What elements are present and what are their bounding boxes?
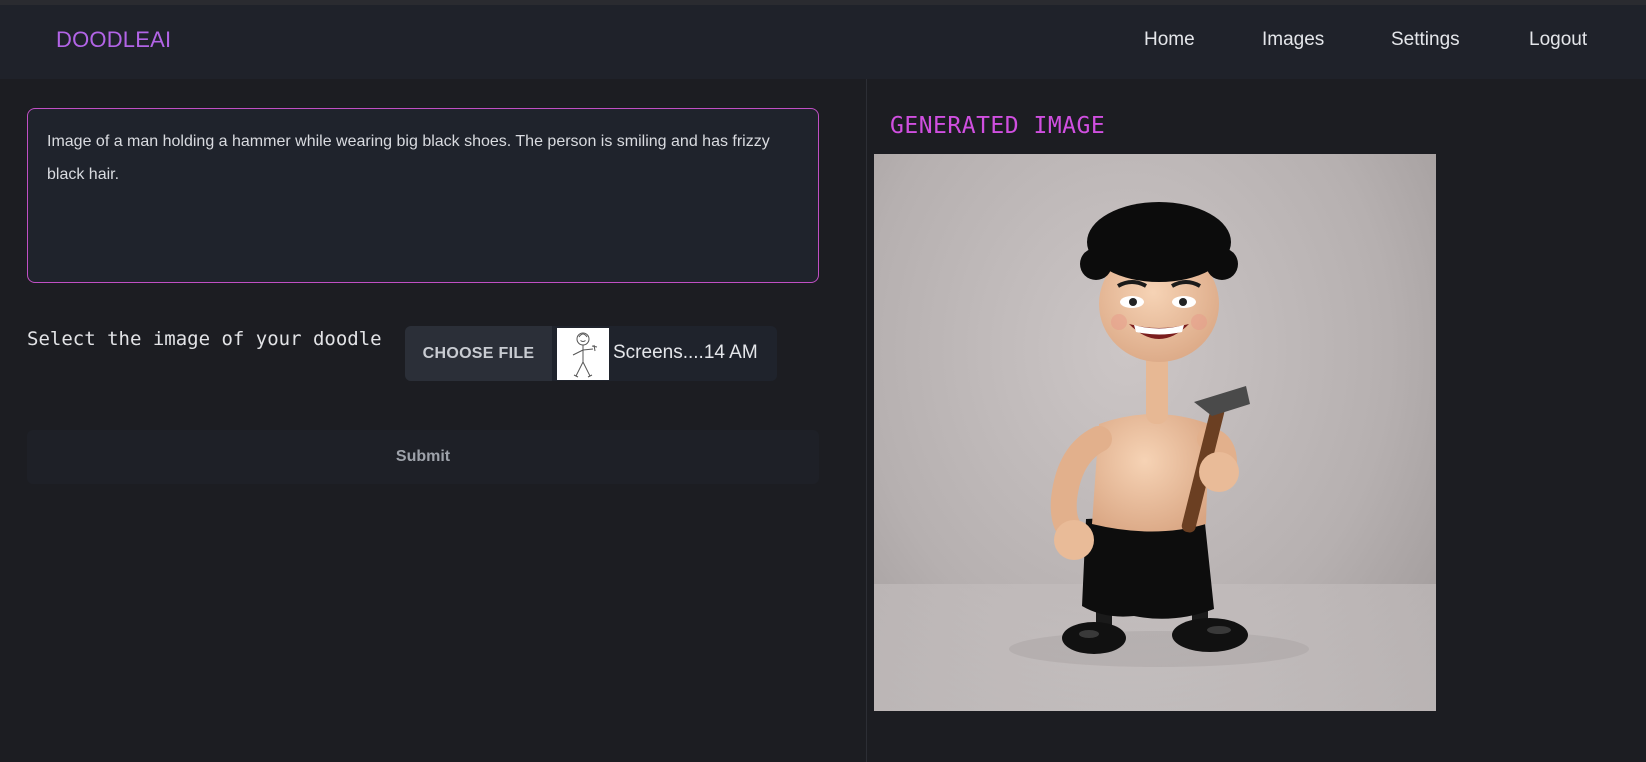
doodle-thumbnail (557, 328, 609, 380)
cartoon-man-image (874, 202, 1436, 711)
selected-file-name: Screens....14 AM (613, 342, 758, 363)
nav-images-link[interactable]: Images (1262, 29, 1324, 51)
prompt-textarea[interactable]: Image of a man holding a hammer while we… (27, 108, 819, 283)
file-input[interactable]: CHOOSE FILE Screens....14 AM (405, 326, 777, 381)
submit-button[interactable]: Submit (27, 430, 819, 484)
stick-figure-icon (557, 328, 609, 380)
doodle-upload-label: Select the image of your doodle (27, 328, 382, 350)
generated-image-title: GENERATED IMAGE (890, 113, 1106, 139)
nav-settings-link[interactable]: Settings (1391, 29, 1460, 51)
nav-home-link[interactable]: Home (1144, 29, 1195, 51)
navbar: DOODLEAI Home Images Settings Logout (0, 5, 1646, 79)
brand-logo[interactable]: DOODLEAI (56, 27, 171, 53)
generated-image (874, 154, 1436, 711)
panel-divider (866, 79, 867, 762)
choose-file-button[interactable]: CHOOSE FILE (405, 326, 552, 381)
nav-logout-link[interactable]: Logout (1529, 29, 1587, 51)
